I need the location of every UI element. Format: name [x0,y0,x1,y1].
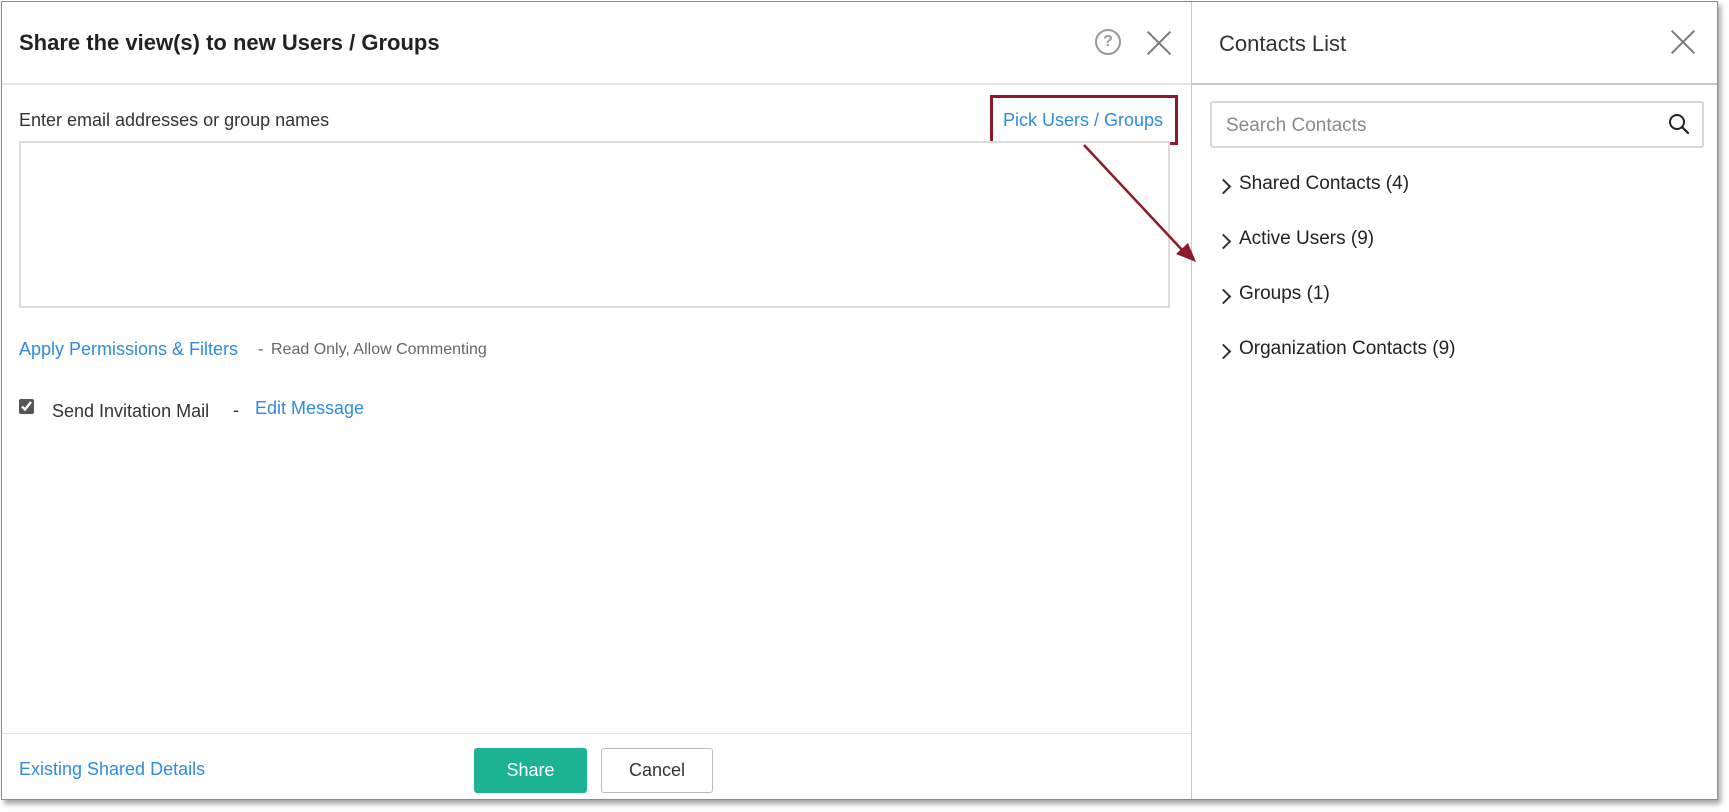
contact-group-label: Shared Contacts (4) [1239,173,1410,194]
email-field-label: Enter email addresses or group names [19,110,330,130]
close-icon[interactable] [1146,30,1172,56]
contact-group-label: Organization Contacts (9) [1239,338,1456,359]
dialog-title: Share the view(s) to new Users / Groups [19,30,440,55]
help-icon[interactable]: ? [1095,29,1121,55]
existing-shared-details-link[interactable]: Existing Shared Details [19,759,205,780]
chevron-right-icon [1215,233,1232,250]
share-button[interactable]: Share [474,748,587,793]
window-frame: Share the view(s) to new Users / Groups … [1,1,1718,800]
send-invitation-checkbox[interactable] [19,399,34,414]
close-icon[interactable] [1670,29,1696,55]
permissions-summary: Read Only, Allow Commenting [271,341,487,358]
email-field[interactable] [19,141,1170,308]
apply-permissions-link[interactable]: Apply Permissions & Filters [19,339,238,360]
search-input[interactable] [1224,103,1658,148]
contacts-title: Contacts List [1219,31,1347,56]
permissions-separator: - [258,341,264,358]
search-icon[interactable] [1668,113,1690,135]
contacts-header: Contacts List [1192,2,1717,85]
chevron-right-icon [1215,178,1232,195]
send-invitation-label: Send Invitation Mail [52,401,210,421]
contact-group-label: Groups (1) [1239,283,1330,304]
edit-message-link[interactable]: Edit Message [255,398,364,419]
dialog-header: Share the view(s) to new Users / Groups … [2,2,1191,85]
share-dialog: Share the view(s) to new Users / Groups … [2,2,1192,799]
cancel-button[interactable]: Cancel [601,748,713,793]
chevron-right-icon [1215,288,1232,305]
pick-users-groups-link[interactable]: Pick Users / Groups [1003,110,1163,131]
contact-group-label: Active Users (9) [1239,228,1375,249]
contacts-panel: Contacts List Shared Contacts (4) Active… [1192,2,1717,799]
chevron-right-icon [1215,343,1232,360]
invitation-separator: - [233,400,239,420]
search-box [1210,101,1704,148]
